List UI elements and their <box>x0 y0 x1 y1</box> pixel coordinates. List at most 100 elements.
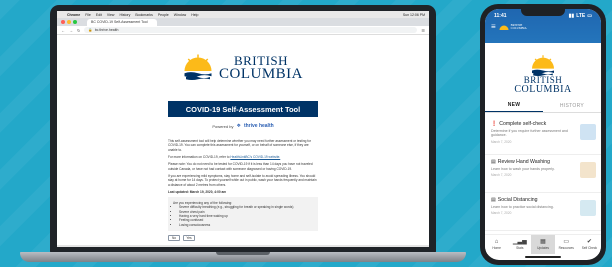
article-icon: ▤ <box>491 197 496 203</box>
book-icon: ▭ <box>563 239 570 245</box>
status-icons: ▮▮ LTE ▭ <box>569 13 592 19</box>
menubar-item[interactable]: Edit <box>96 13 102 17</box>
list-item-title: ❗ Complete self-check <box>491 121 577 127</box>
home-icon: ⌂ <box>494 239 499 245</box>
selfcare-text: If you are experiencing mild symptoms, s… <box>168 173 317 187</box>
nav-label: Stats <box>516 246 524 250</box>
page-title: COVID-19 Self-Assessment Tool <box>168 101 318 117</box>
tab-history[interactable]: HISTORY <box>543 99 601 112</box>
list-item-thumbnail <box>580 200 596 216</box>
extensions-icon[interactable]: ☰ <box>421 28 425 33</box>
status-network: LTE <box>576 12 586 19</box>
thrive-brand[interactable]: thrive health <box>244 123 274 129</box>
info-line: For more information on COVID-19, refer … <box>168 155 318 159</box>
intro-text: This self-assessment tool will help dete… <box>168 139 311 152</box>
list-item-desc: Learn how to wash your hands properly. <box>491 167 555 171</box>
list-item-text: ▤ Review Hand Washing Learn how to wash yo… <box>491 159 577 188</box>
info-prefix: For more information on COVID-19, refer … <box>168 154 230 159</box>
stats-icon: ▁▃▅ <box>512 239 527 245</box>
powered-by-label: Powered by <box>212 123 234 129</box>
healthlink-link[interactable]: HealthLinkBC's COVID-19 website. <box>230 155 280 159</box>
list-item-thumbnail <box>580 162 596 178</box>
answer-buttons: No Yes <box>168 235 318 241</box>
phone-logo-line-2: COLUMBIA <box>514 83 572 95</box>
last-updated: Last updated: March 19, 2020, 4:00 am <box>168 189 227 194</box>
list-item-date: March 7, 2020 <box>491 173 512 178</box>
browser-tabbar: BC COVID-19 Self-Assessment Tool <box>57 18 429 26</box>
menubar-item[interactable]: Help <box>191 13 198 17</box>
phone-bc-wordmark: BRITISH COLUMBIA <box>514 75 572 95</box>
status-time: 11:41 <box>494 12 507 19</box>
powered-by: Powered by ❖ thrive health <box>57 123 429 129</box>
list-item-desc: Learn how to practice social distancing. <box>491 205 554 209</box>
question-box: Are you experiencing any of the followin… <box>168 197 318 231</box>
bottom-nav: ⌂ Home ▁▃▅ Stats ▦ Updates ▭ Resources ✔ Self Che… <box>485 234 601 254</box>
list-item[interactable]: ▤ Review Hand Washing Learn how to wash yo… <box>485 155 601 193</box>
list-item-title: ▤ Social Distancing <box>491 197 577 203</box>
phone-frame: 11:41 ▮▮ LTE ▭ ≡ BRITISH COLUMBIA BRITIS… <box>480 4 606 265</box>
menubar-clock: Sun 12:06 PM <box>402 12 425 17</box>
laptop-screen: Chrome File Edit View History Bookmarks People… <box>57 11 429 247</box>
zoom-window-button[interactable] <box>73 20 77 24</box>
nav-item-self-check[interactable]: ✔ Self Check <box>578 235 601 254</box>
lock-icon: 🔒 <box>88 28 93 32</box>
small-sun-icon <box>499 25 509 30</box>
menubar-item[interactable]: View <box>107 13 115 17</box>
nav-item-home[interactable]: ⌂ Home <box>485 235 508 254</box>
nav-item-stats[interactable]: ▁▃▅ Stats <box>508 235 531 254</box>
url-text: bc.thrive.health <box>94 28 119 32</box>
list-item-title-text: Complete self-check <box>499 121 547 127</box>
check-icon: ✔ <box>586 239 592 245</box>
list-item-text: ❗ Complete self-check Determine if you req… <box>491 121 577 150</box>
please-note-text: Please note: You do not need to be teste… <box>168 162 313 171</box>
menubar-item[interactable]: History <box>119 13 130 17</box>
assessment-content: This self-assessment tool will help dete… <box>168 139 318 241</box>
bc-wordmark: BRITISH COLUMBIA <box>219 54 303 82</box>
app-header-wordmark: BRITISH COLUMBIA <box>510 23 527 30</box>
back-icon[interactable]: ← <box>61 28 65 33</box>
nav-item-updates[interactable]: ▦ Updates <box>531 235 555 254</box>
phone-logo-card: BRITISH COLUMBIA <box>485 43 601 105</box>
home-indicator <box>525 256 561 258</box>
article-icon: ▤ <box>491 159 496 165</box>
bc-sun-icon <box>182 54 213 80</box>
yes-button[interactable]: Yes <box>183 235 195 241</box>
mac-menubar: Chrome File Edit View History Bookmarks People… <box>57 11 429 18</box>
updates-list: ❗ Complete self-check Determine if you req… <box>485 117 601 231</box>
screen-bottom-edge <box>57 245 429 247</box>
thrive-logo-icon: ❖ <box>236 123 241 129</box>
laptop-notch <box>216 252 270 255</box>
list-item-title: ▤ Review Hand Washing <box>491 159 577 165</box>
menubar-item[interactable]: File <box>85 13 91 17</box>
bc-sun-icon <box>532 54 554 76</box>
forward-icon[interactable]: → <box>69 28 73 33</box>
minimize-window-button[interactable] <box>67 20 71 24</box>
list-item-text: ▤ Social Distancing Learn how to practice … <box>491 197 577 226</box>
menubar-item[interactable]: Chrome <box>67 13 80 17</box>
list-item[interactable]: ❗ Complete self-check Determine if you req… <box>485 117 601 155</box>
nav-label: Home <box>492 246 501 250</box>
menubar-item[interactable]: Window <box>174 13 186 17</box>
tab-new[interactable]: NEW <box>485 99 543 112</box>
nav-item-resources[interactable]: ▭ Resources <box>555 235 578 254</box>
app-header-logo: BRITISH COLUMBIA <box>499 24 527 31</box>
bc-logo: BRITISH COLUMBIA <box>57 47 429 89</box>
signal-icon: ▮▮ <box>568 12 575 19</box>
hamburger-menu-icon[interactable]: ≡ <box>491 23 496 31</box>
list-item[interactable]: ▤ Social Distancing Learn how to practice … <box>485 193 601 231</box>
symptom-list: Severe difficulty breathing (e.g., strug… <box>173 205 313 227</box>
browser-tab[interactable]: BC COVID-19 Self-Assessment Tool <box>87 19 157 26</box>
logo-line-2: COLUMBIA <box>218 66 303 82</box>
nav-label: Self Check <box>581 246 598 250</box>
no-button[interactable]: No <box>168 235 180 241</box>
address-bar[interactable]: 🔒 bc.thrive.health <box>84 27 418 33</box>
menubar-item[interactable]: Bookmarks <box>135 13 153 17</box>
updates-icon: ▦ <box>540 239 546 245</box>
menubar-item[interactable]: People <box>158 13 169 17</box>
close-window-button[interactable] <box>61 20 65 24</box>
battery-icon: ▭ <box>587 12 592 19</box>
list-item-title-text: Social Distancing <box>497 197 538 203</box>
phone-appbar: ≡ BRITISH COLUMBIA <box>485 22 601 32</box>
reload-icon[interactable]: ↻ <box>77 28 80 33</box>
nav-label: Resources <box>558 246 574 250</box>
